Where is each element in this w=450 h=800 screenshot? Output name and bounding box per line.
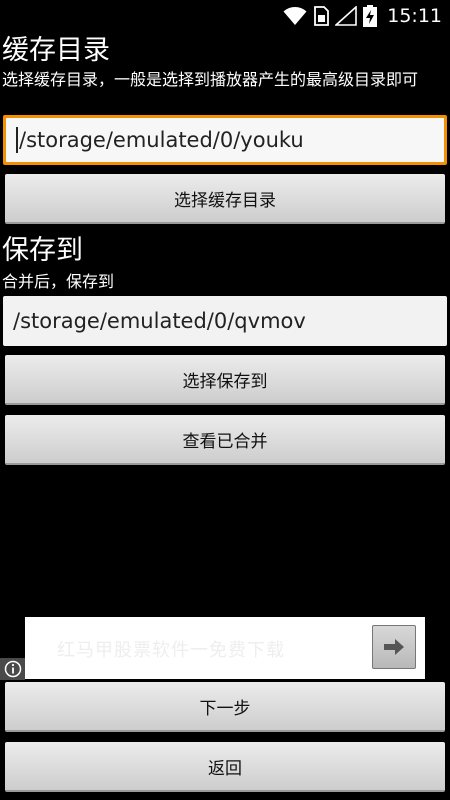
select-cache-dir-button[interactable]: 选择缓存目录 xyxy=(5,174,445,224)
select-save-dir-button[interactable]: 选择保存到 xyxy=(5,355,445,405)
ad-text: 红马甲股票软件一免费下载 xyxy=(57,640,285,661)
back-button[interactable]: 返回 xyxy=(5,742,445,792)
save-section-description: 合并后，保存到 xyxy=(2,272,115,291)
cache-path-input[interactable]: /storage/emulated/0/youku xyxy=(3,115,447,165)
signal-icon xyxy=(335,6,358,26)
cache-path-value: /storage/emulated/0/youku xyxy=(19,128,304,152)
arrow-right-icon xyxy=(384,639,404,655)
wifi-icon xyxy=(283,7,307,25)
status-time: 15:11 xyxy=(387,5,442,27)
save-path-input[interactable]: /storage/emulated/0/qvmov xyxy=(3,296,447,346)
save-path-value: /storage/emulated/0/qvmov xyxy=(13,309,306,333)
status-bar: 15:11 xyxy=(0,0,450,32)
text-caret xyxy=(16,127,18,153)
save-section-title: 保存到 xyxy=(2,235,83,266)
ad-info-button[interactable] xyxy=(0,658,25,680)
ad-arrow-button[interactable] xyxy=(372,625,416,669)
sim-card-icon xyxy=(314,6,330,26)
ad-banner[interactable]: 红马甲股票软件一免费下载 xyxy=(25,617,425,679)
view-merged-button[interactable]: 查看已合并 xyxy=(5,415,445,465)
info-icon xyxy=(4,660,21,678)
battery-charging-icon xyxy=(363,5,378,27)
cache-section-description: 选择缓存目录，一般是选择到播放器产生的最高级目录即可 xyxy=(2,70,419,89)
status-icons: 15:11 xyxy=(283,4,442,28)
cache-section-title: 缓存目录 xyxy=(2,35,110,66)
next-step-button[interactable]: 下一步 xyxy=(5,682,445,732)
